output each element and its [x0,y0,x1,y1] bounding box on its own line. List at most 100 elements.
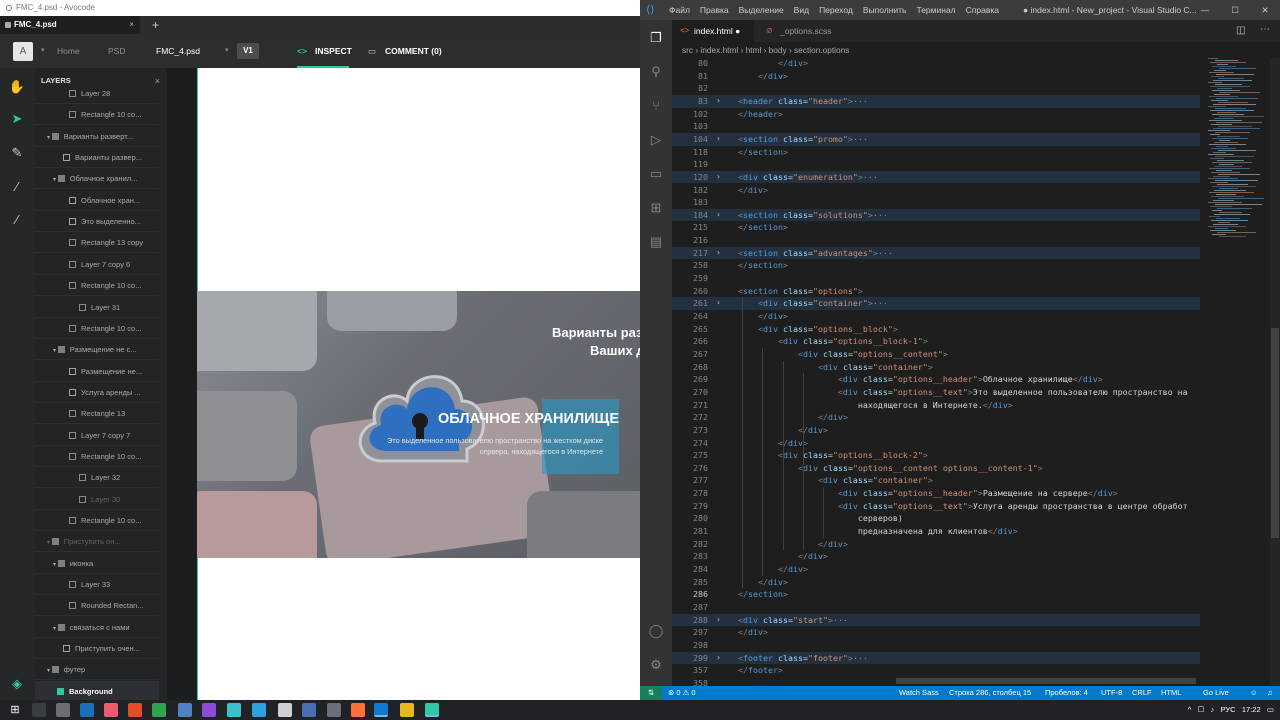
remote-indicator[interactable]: ⇅ [640,686,662,700]
minimize-button[interactable]: — [1190,0,1220,20]
file-tab[interactable]: FMC_4.psd × [0,16,140,34]
layer-row[interactable]: ▾ Варианты разверт... [35,126,159,147]
menu-file[interactable]: Файл [669,5,690,15]
layer-row[interactable]: Layer 31 [35,297,159,318]
indentation[interactable]: Пробелов: 4 [1045,686,1088,700]
close-window-button[interactable]: ✕ [1250,0,1280,20]
fold-chevron-icon[interactable]: › [716,652,721,665]
code-line[interactable]: 102 </header> [672,108,1200,121]
tab-comment[interactable]: COMMENT (0) [385,34,442,68]
eyedropper-tool-icon[interactable]: ⁄ [8,178,26,196]
settings-gear-icon[interactable]: ⚙ [648,657,664,673]
code-line[interactable]: 276 <div class="options__content options… [672,462,1200,475]
language-indicator[interactable]: РУС [1221,705,1236,714]
layer-row[interactable]: ▾ Размещение не с... [35,339,159,361]
code-line[interactable]: 283 </div> [672,550,1200,563]
folder-icon[interactable]: ▤ [648,234,664,250]
vscode-taskbar-icon[interactable] [374,703,388,717]
layer-row[interactable]: Rectangle 10 co... [35,510,159,531]
menu-run[interactable]: Выполнить [863,5,907,15]
layer-row[interactable]: ▾ иконка [35,553,159,574]
code-line[interactable]: 271 находящегося в Интернете.</div> [672,399,1200,412]
code-line[interactable]: 285 </div> [672,576,1200,589]
layer-row[interactable]: Layer 32 [35,467,159,489]
code-line[interactable]: 287 [672,601,1200,614]
firefox-icon[interactable] [351,703,365,717]
vertical-scrollbar[interactable] [1270,58,1280,686]
fold-chevron-icon[interactable]: › [716,171,721,184]
tab-options-scss[interactable]: ⊘ _options.scss [758,20,868,42]
code-line[interactable]: 277 <div class="container"> [672,474,1200,487]
feedback-icon[interactable]: ☺ [1250,686,1258,700]
menu-help[interactable]: Справка [966,5,999,15]
app-icon[interactable] [128,703,142,717]
layer-row[interactable]: Rounded Rectan... [35,595,159,617]
fold-chevron-icon[interactable]: › [716,297,721,310]
code-line[interactable]: 268 <div class="container"> [672,361,1200,374]
layer-row[interactable]: Layer 7 copy 7 [35,425,159,446]
code-line[interactable]: 286 </section> [672,588,1200,601]
code-line[interactable]: 216 [672,234,1200,247]
layer-row[interactable]: Размещение не... [35,361,159,382]
language-mode[interactable]: HTML [1161,686,1181,700]
ruler-tool-icon[interactable]: ✎ [8,144,26,162]
tab-index-html[interactable]: <> index.html ● [672,20,754,42]
encoding[interactable]: UTF-8 [1101,686,1122,700]
code-line[interactable]: 184 › <section class="solutions">··· [672,208,1200,222]
fold-chevron-icon[interactable]: › [716,133,721,146]
watch-sass-button[interactable]: Watch Sass [899,686,939,700]
task-view-icon[interactable] [32,703,46,717]
more-actions-icon[interactable]: ⋯ [1260,24,1270,35]
explorer-icon[interactable]: ❐ [648,30,664,46]
run-debug-icon[interactable]: ▷ [648,132,664,148]
tray-chevron-icon[interactable]: ^ [1188,705,1192,714]
code-line[interactable]: 273 </div> [672,424,1200,437]
figma-icon[interactable] [104,703,118,717]
horizontal-scrollbar[interactable] [706,677,1200,685]
code-line[interactable]: 298 [672,639,1200,652]
code-line[interactable]: 357 </footer> [672,664,1200,677]
layer-row[interactable]: Приступить очен... [35,638,159,660]
horizontal-scrollbar-thumb[interactable] [896,678,1196,684]
code-line[interactable]: 265 <div class="options__block"> [672,323,1200,336]
code-line[interactable]: 297 </div> [672,626,1200,639]
breadcrumb-psd[interactable]: PSD [108,34,125,68]
code-line[interactable]: 104 › <section class="promo">··· [672,132,1200,146]
notepad-icon[interactable] [278,703,292,717]
cursor-position[interactable]: Строка 286, столбец 15 [949,686,1031,700]
layer-row[interactable]: Rectangle 13 [35,403,159,425]
layer-row[interactable]: Rectangle 10 co... [35,318,159,339]
split-editor-icon[interactable]: ◫ [1236,25,1245,36]
chrome-icon[interactable] [400,703,414,717]
design-canvas[interactable]: Варианты раз Ваших д ОБЛАЧНОЕ ХРАНИЛИЩЕ … [197,68,640,700]
layers-toggle-icon[interactable]: ◈ [8,675,26,693]
breadcrumb-file[interactable]: FMC_4.psd [156,34,200,68]
code-line[interactable]: 182 </div> [672,184,1200,197]
notification-center-icon[interactable]: ▭ [1267,705,1274,714]
code-line[interactable]: 215 </section> [672,221,1200,234]
fold-chevron-icon[interactable]: › [716,95,721,108]
fold-chevron-icon[interactable]: › [716,209,721,222]
code-line[interactable]: 299 › <footer class="footer">··· [672,651,1200,665]
network-icon[interactable]: ☐ [1198,705,1205,714]
app-icon-4[interactable] [227,703,241,717]
code-line[interactable]: 275 <div class="options__block-2"> [672,449,1200,462]
code-line[interactable]: 183 [672,196,1200,209]
code-line[interactable]: 281 предназначена для клиентов</div> [672,525,1200,538]
code-line[interactable]: 267 <div class="options__content"> [672,348,1200,361]
menu-selection[interactable]: Выделение [739,5,784,15]
layer-row[interactable]: ▾ связаться с нами [35,617,159,638]
options-banner-preview[interactable]: Варианты раз Ваших д ОБЛАЧНОЕ ХРАНИЛИЩЕ … [197,291,640,558]
source-control-icon[interactable]: ⑂ [648,98,664,114]
code-line[interactable]: 120 › <div class="enumeration">··· [672,170,1200,184]
minimap[interactable] [1208,58,1268,678]
code-line[interactable]: 261 › <div class="container">··· [672,297,1200,310]
code-line[interactable]: 274 </div> [672,437,1200,450]
layer-row[interactable]: Облачное хран... [35,190,159,211]
close-tab-icon[interactable]: × [129,16,134,34]
layer-row[interactable]: Rectangle 10 co... [35,446,159,467]
code-line[interactable]: 260 <section class="options"> [672,285,1200,298]
code-line[interactable]: 118 </section> [672,146,1200,159]
scrollbar-thumb[interactable] [1271,328,1279,538]
code-line[interactable]: 103 [672,120,1200,133]
